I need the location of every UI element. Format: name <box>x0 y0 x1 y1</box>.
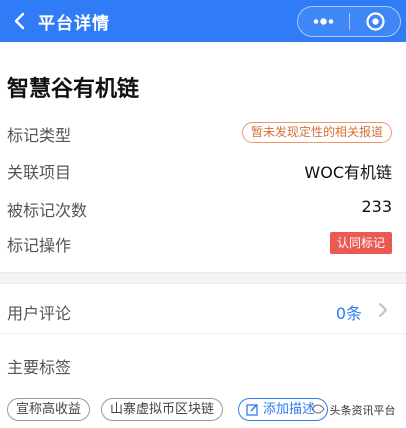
tag-chip[interactable]: 宣称高收益 <box>7 398 91 421</box>
more-button[interactable] <box>298 7 349 36</box>
page-header-title: 平台详情 <box>38 14 110 34</box>
add-description-label: 添加描述 <box>263 402 316 417</box>
mark-count-label: 被标记次数 <box>7 201 88 220</box>
mark-count-value: 233 <box>361 197 392 216</box>
navigation-bar: 平台详情 <box>0 0 406 42</box>
project-label: 关联项目 <box>7 163 72 182</box>
comments-label: 用户评论 <box>7 304 72 323</box>
section-divider <box>0 272 406 284</box>
mark-type-label: 标记类型 <box>7 126 72 145</box>
edit-icon <box>246 403 259 416</box>
mini-program-capsule <box>297 6 401 37</box>
mark-type-badge: 暂未发现定性的相关报道 <box>241 122 392 143</box>
tags-label: 主要标签 <box>7 358 72 377</box>
platform-name: 智慧谷有机链 <box>7 77 140 102</box>
back-button[interactable] <box>8 7 34 35</box>
project-value: WOC有机链 <box>304 163 392 182</box>
user-comments-row[interactable]: 用户评论 0条 <box>0 288 406 332</box>
watermark-text: 头条资讯平台 <box>329 404 396 417</box>
comments-count: 0条 <box>335 304 362 323</box>
tag-chip[interactable]: 山寨虚拟币区块链 <box>101 398 224 421</box>
chevron-right-icon <box>376 301 390 319</box>
mark-action-label: 标记操作 <box>7 236 72 255</box>
watermark-logo-icon <box>310 404 330 417</box>
source-watermark: 头条资讯平台 <box>310 402 396 418</box>
close-button[interactable] <box>350 7 401 36</box>
row-divider <box>0 333 406 334</box>
more-dots-icon <box>298 7 349 36</box>
chevron-left-icon <box>8 7 34 35</box>
confirm-mark-button[interactable]: 认同标记 <box>329 232 392 254</box>
target-close-icon <box>350 7 401 36</box>
